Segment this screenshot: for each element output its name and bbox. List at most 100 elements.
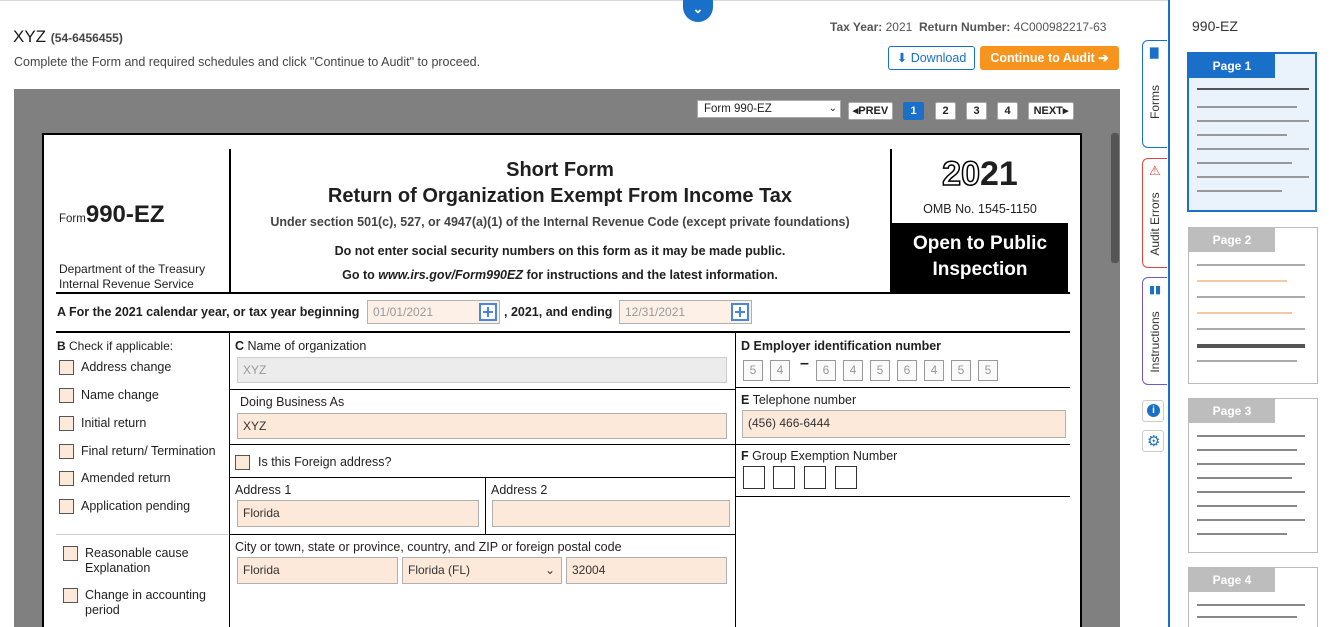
download-button[interactable]: ⬇ Download [888, 46, 975, 70]
chevron-down-icon: ⌄ [692, 1, 704, 16]
ein-digit[interactable]: 5 [978, 360, 998, 381]
thumbnail-content [1197, 604, 1305, 606]
next-page-button[interactable]: NEXT▸ [1028, 102, 1074, 120]
form-select-dropdown[interactable]: Form 990-EZ ⌄ [697, 100, 841, 118]
page-button-1[interactable]: 1 [903, 102, 924, 120]
document-icon: ▇ [1150, 47, 1159, 59]
line-a-label: A For the 2021 calendar year, or tax yea… [57, 305, 360, 319]
thumbnail-page-3[interactable]: Page 3 [1188, 398, 1318, 553]
reasonable-cause-label: Reasonable cause Explanation [85, 546, 189, 575]
continue-to-audit-button[interactable]: Continue to Audit ➔ [980, 46, 1119, 70]
organization-name-field[interactable]: XYZ [237, 357, 727, 383]
group-exemption-box[interactable] [743, 466, 765, 489]
ein-digit[interactable]: 4 [924, 360, 944, 381]
tab-forms[interactable]: ▇ Forms [1142, 40, 1167, 148]
download-label: Download [910, 51, 967, 65]
section-c-heading: C Name of organization [235, 339, 367, 353]
irs-label: Internal Revenue Service [59, 277, 194, 291]
address1-label: Address 1 [235, 483, 292, 497]
address2-field[interactable] [492, 500, 730, 527]
change-accounting-checkbox[interactable] [63, 588, 78, 603]
dba-field[interactable]: XYZ [237, 413, 727, 439]
group-exemption-box[interactable] [804, 466, 826, 489]
return-number-value: 4C000982217-63 [1013, 20, 1107, 34]
thumbnail-page-1[interactable]: Page 1 [1187, 52, 1317, 212]
page-button-2[interactable]: 2 [935, 102, 956, 120]
calendar-icon[interactable] [731, 303, 749, 321]
group-exemption-box[interactable] [773, 466, 795, 489]
page-button-4[interactable]: 4 [997, 102, 1018, 120]
collapse-header-button[interactable]: ⌄ [683, 0, 713, 22]
top-border [0, 0, 1334, 3]
thumbnail-content [1197, 148, 1309, 150]
info-button[interactable]: i [1142, 400, 1164, 422]
ein-digit[interactable]: 4 [843, 360, 863, 381]
rule-c4 [230, 534, 735, 535]
tab-instructions[interactable]: ▮▮ Instructions [1142, 277, 1167, 385]
address-change-label: Address change [81, 360, 172, 374]
prev-page-button[interactable]: ◂PREV [848, 102, 893, 120]
form-page: Form990-EZ Department of the Treasury In… [42, 133, 1082, 627]
thumbnail-content [1197, 449, 1297, 451]
ein-digit[interactable]: 5 [743, 360, 763, 381]
thumbnail-content [1197, 162, 1292, 164]
ssn-notice: Do not enter social security numbers on … [334, 244, 786, 258]
line-a-bottom-rule [56, 331, 1070, 333]
section-b-separator [56, 534, 228, 535]
state-select[interactable]: Florida (FL) ⌄ [402, 557, 562, 584]
gear-icon: ⚙ [1147, 433, 1161, 450]
ein-digit[interactable]: 6 [897, 360, 917, 381]
settings-button[interactable]: ⚙ [1142, 430, 1164, 452]
application-pending-checkbox[interactable] [59, 499, 74, 514]
section-d-heading: D Employer identification number [741, 339, 942, 353]
ein-digit[interactable]: 4 [770, 360, 790, 381]
thumbnail-content [1197, 435, 1305, 437]
dept-treasury: Department of the Treasury [59, 262, 206, 276]
ein-digit[interactable]: 5 [951, 360, 971, 381]
foreign-address-label: Is this Foreign address? [258, 455, 392, 469]
ein-dash: – [800, 355, 809, 372]
thumbnail-page-2[interactable]: Page 2 [1188, 227, 1318, 384]
application-pending-label: Application pending [81, 499, 191, 513]
reasonable-cause-checkbox[interactable] [63, 546, 78, 561]
amended-return-checkbox[interactable] [59, 471, 74, 486]
thumbnail-content [1197, 106, 1297, 108]
address-change-checkbox[interactable] [59, 360, 74, 375]
thumbnail-content [1197, 463, 1305, 465]
form-subtitle: Under section 501(c), 527, or 4947(a)(1)… [270, 215, 850, 229]
rule-c2 [230, 444, 735, 445]
address1-field[interactable]: Florida [237, 500, 479, 527]
thumbnail-page-4[interactable]: Page 4 [1188, 567, 1318, 627]
final-return-checkbox[interactable] [59, 444, 74, 459]
section-d-divider [735, 333, 736, 627]
foreign-address-checkbox[interactable] [235, 455, 250, 470]
tab-audit-errors[interactable]: ⚠ Audit Errors [1142, 158, 1167, 268]
tax-year-begin-field[interactable]: 01/01/2021 [367, 300, 500, 324]
zip-field[interactable]: 32004 [566, 557, 727, 584]
ein-digit[interactable]: 5 [870, 360, 890, 381]
thumbnails-title: 990-EZ [1192, 18, 1238, 34]
form-title-short: Short Form [506, 159, 614, 181]
thumbnail-content [1197, 533, 1287, 535]
viewer-scrollbar[interactable] [1111, 133, 1119, 263]
line-a-ending-label: , 2021, and ending [504, 305, 613, 319]
group-exemption-box[interactable] [835, 466, 857, 489]
section-f-heading: F Group Exemption Number [741, 449, 898, 463]
initial-return-checkbox[interactable] [59, 416, 74, 431]
name-change-checkbox[interactable] [59, 388, 74, 403]
tax-year-end-field[interactable]: 12/31/2021 [619, 300, 752, 324]
city-label: City or town, state or province, country… [235, 540, 622, 554]
calendar-icon[interactable] [479, 303, 497, 321]
ein-digit[interactable]: 6 [816, 360, 836, 381]
city-field[interactable]: Florida [237, 557, 398, 584]
amended-return-label: Amended return [81, 471, 171, 485]
telephone-field[interactable]: (456) 466-6444 [742, 410, 1066, 438]
form-label: Form990-EZ [59, 201, 165, 228]
name-change-label: Name change [81, 388, 159, 402]
thumbnail-content [1197, 519, 1305, 521]
page-button-3[interactable]: 3 [966, 102, 987, 120]
irs-url: www.irs.gov/Form990EZ [378, 268, 523, 282]
final-return-label: Final return/ Termination [81, 444, 216, 458]
side-tab-rail: ▇ Forms ⚠ Audit Errors ▮▮ Instructions i… [1140, 0, 1170, 627]
thumbnail-content [1197, 505, 1297, 507]
